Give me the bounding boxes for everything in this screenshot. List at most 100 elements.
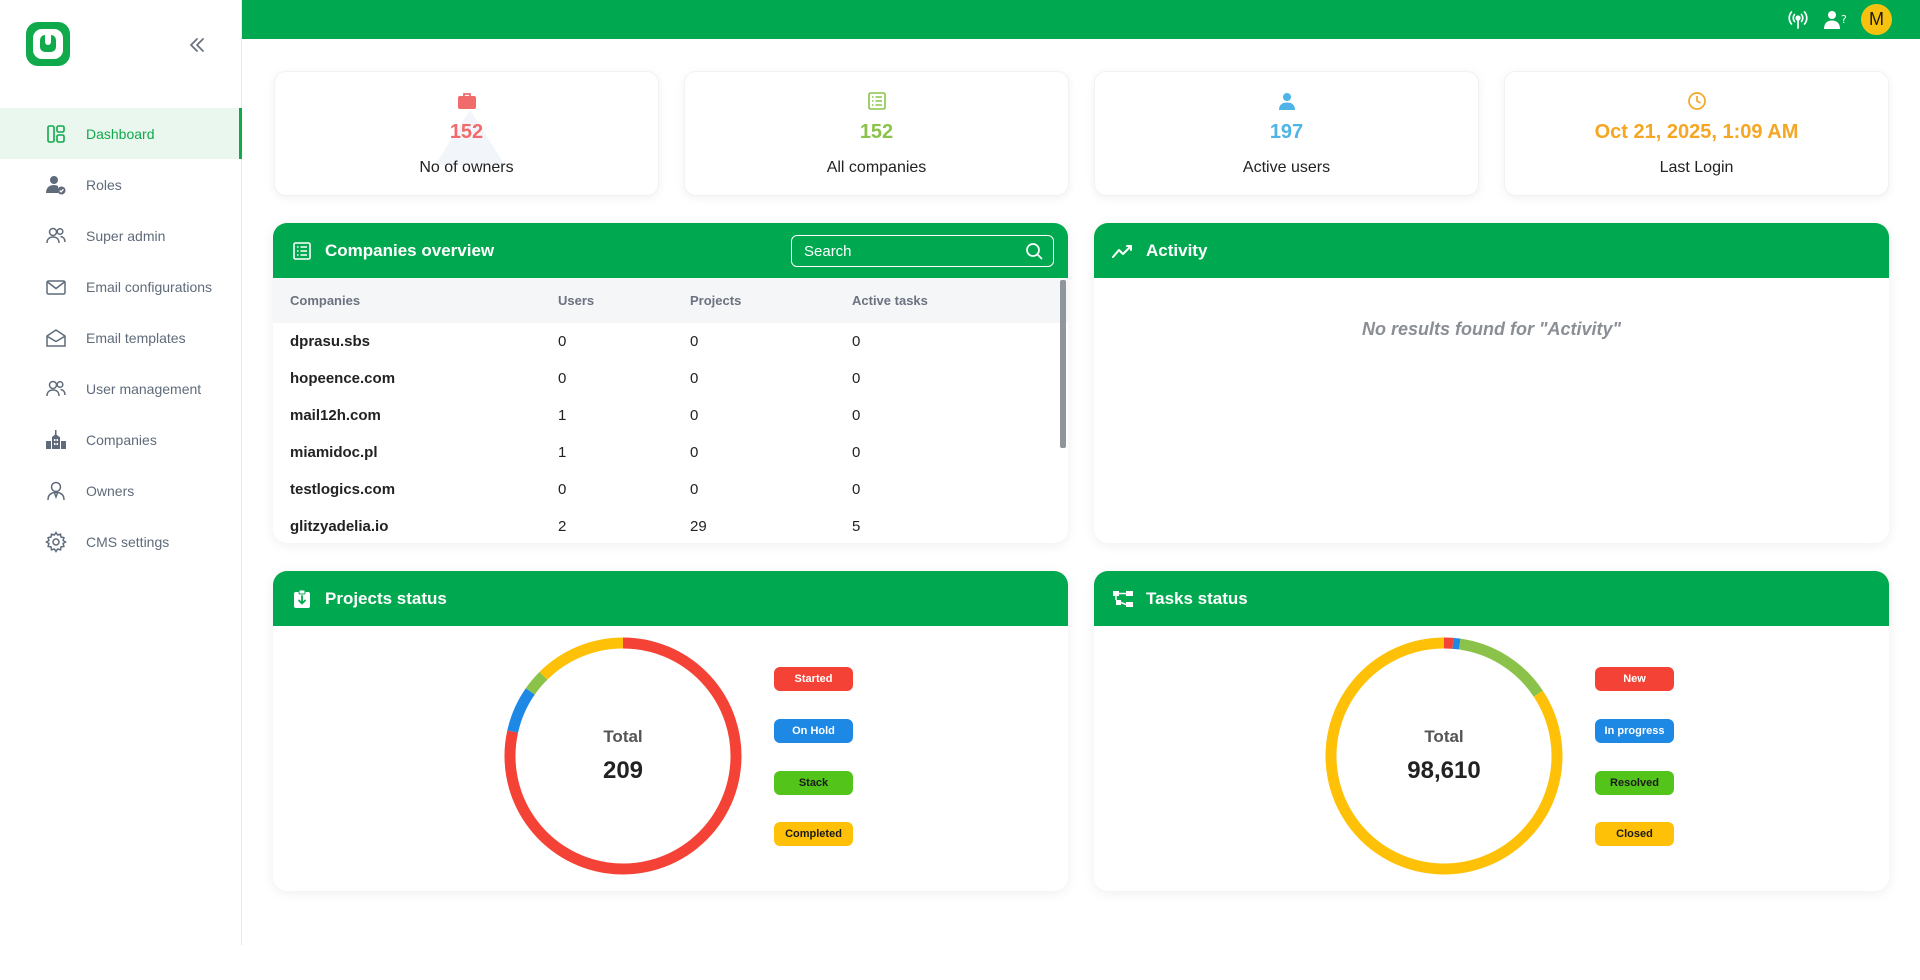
- sidebar-item-cms-settings[interactable]: CMS settings: [0, 516, 242, 567]
- users-count: 0: [558, 370, 567, 387]
- donut-slice-stack[interactable]: [525, 671, 548, 695]
- stat-value: Oct 21, 2025, 1:09 AM: [1594, 121, 1799, 143]
- table-row[interactable]: dprasu.sbs 0 0 0: [273, 323, 1068, 360]
- users-count: 1: [558, 444, 567, 461]
- donut-slice-resolved[interactable]: [1458, 638, 1543, 697]
- sidebar-item-super-admin[interactable]: Super admin: [0, 210, 242, 261]
- projects-status-panel: Projects status Total 209 Started On Hol…: [273, 571, 1068, 891]
- stat-value: 152: [449, 121, 484, 143]
- table-header-row: Companies Users Projects Active tasks: [273, 278, 1068, 323]
- company-name: dprasu.sbs: [290, 333, 371, 350]
- panel-title: Tasks status: [1146, 588, 1248, 608]
- sidebar-item-label: Companies: [86, 431, 157, 448]
- company-name: mail12h.com: [290, 407, 381, 424]
- projects-count: 0: [690, 370, 699, 387]
- legend-completed[interactable]: Completed: [774, 822, 853, 846]
- user-help-button[interactable]: ?: [1823, 7, 1849, 33]
- sidebar-item-email-configurations[interactable]: Email configurations: [0, 261, 242, 312]
- stat-card-last-login: Oct 21, 2025, 1:09 AM Last Login: [1504, 71, 1889, 196]
- panel-header: Activity: [1094, 223, 1889, 278]
- projects-count: 0: [690, 333, 699, 350]
- table-scrollbar[interactable]: [1060, 280, 1066, 448]
- active-tasks-count: 0: [852, 333, 861, 350]
- user-help-icon: ?: [1824, 10, 1847, 29]
- users-count: 2: [558, 518, 567, 535]
- donut-total-value: 98,610: [1407, 757, 1481, 784]
- legend-on-hold[interactable]: On Hold: [774, 719, 853, 743]
- legend-closed[interactable]: Closed: [1595, 822, 1674, 846]
- table-row[interactable]: glitzyadelia.io 2 29 5: [273, 508, 1068, 543]
- legend-new[interactable]: New: [1595, 667, 1674, 691]
- user-avatar[interactable]: M: [1861, 4, 1892, 35]
- active-tasks-count: 0: [852, 444, 861, 461]
- legend-resolved[interactable]: Resolved: [1595, 771, 1674, 795]
- panel-title: Activity: [1146, 240, 1208, 260]
- users-count: 1: [558, 407, 567, 424]
- sidebar-item-user-management[interactable]: User management: [0, 363, 242, 414]
- stat-label: Active users: [1242, 159, 1331, 176]
- collapse-sidebar-button[interactable]: [180, 30, 214, 60]
- search-box: [791, 235, 1054, 267]
- companies-overview-panel: Companies overview Companies Users Proje…: [273, 223, 1068, 543]
- legend-in-progress[interactable]: In progress: [1595, 719, 1674, 743]
- briefcase-icon: [456, 90, 478, 112]
- sidebar-item-email-templates[interactable]: Email templates: [0, 312, 242, 363]
- table-row[interactable]: mail12h.com 1 0 0: [273, 397, 1068, 434]
- legend-started[interactable]: Started: [774, 667, 853, 691]
- users-count: 0: [558, 333, 567, 350]
- stat-card-companies: 152 All companies: [684, 71, 1069, 196]
- dashboard-icon: [44, 122, 68, 146]
- stat-label: No of owners: [419, 159, 514, 176]
- company-name: glitzyadelia.io: [290, 518, 389, 535]
- donut-slice-completed[interactable]: [539, 637, 624, 680]
- clipboard-download-icon: [291, 588, 313, 610]
- panel-title: Companies overview: [325, 240, 495, 260]
- column-header-projects[interactable]: Projects: [690, 278, 852, 323]
- company-name: hopeence.com: [290, 370, 396, 387]
- sidebar-item-owners[interactable]: Owners: [0, 465, 242, 516]
- search-input[interactable]: [804, 242, 1025, 260]
- company-name: miamidoc.pl: [290, 444, 378, 461]
- table-row[interactable]: hopeence.com 0 0 0: [273, 360, 1068, 397]
- user-icon: [1276, 90, 1298, 112]
- sidebar-item-label: Super admin: [86, 227, 166, 244]
- stat-card-active-users: 197 Active users: [1094, 71, 1479, 196]
- owner-icon: [44, 479, 68, 503]
- sidebar-item-dashboard[interactable]: Dashboard: [0, 108, 242, 159]
- active-tasks-count: 0: [852, 481, 861, 498]
- sidebar-item-label: CMS settings: [86, 533, 170, 550]
- chevron-double-left-icon: [190, 38, 204, 52]
- sidebar-item-companies[interactable]: Companies: [0, 414, 242, 465]
- sidebar-item-label: Email templates: [86, 329, 186, 346]
- broadcast-icon: [1788, 10, 1808, 29]
- active-tasks-count: 5: [852, 518, 861, 535]
- users-icon: [44, 377, 68, 401]
- column-header-companies[interactable]: Companies: [273, 278, 558, 323]
- donut-slice-in-progress[interactable]: [1452, 637, 1461, 650]
- envelope-open-icon: [44, 326, 68, 350]
- users-count: 0: [558, 481, 567, 498]
- broadcast-button[interactable]: [1785, 7, 1811, 33]
- stat-label: All companies: [826, 159, 927, 176]
- sidebar-item-label: Email configurations: [86, 278, 213, 295]
- panel-header: Tasks status: [1094, 571, 1889, 626]
- active-tasks-count: 0: [852, 370, 861, 387]
- tasks-status-panel: Tasks status Total 98,610 New In progres…: [1094, 571, 1889, 891]
- companies-table: Companies Users Projects Active tasks dp…: [273, 278, 1068, 543]
- column-header-users[interactable]: Users: [558, 278, 690, 323]
- top-bar: ? M: [242, 0, 1920, 39]
- table-row[interactable]: miamidoc.pl 1 0 0: [273, 434, 1068, 471]
- sidebar-nav: Dashboard Roles Super admin Email config…: [0, 108, 242, 567]
- donut-slice-on-hold[interactable]: [507, 688, 535, 733]
- legend-stack[interactable]: Stack: [774, 771, 853, 795]
- hierarchy-icon: [1112, 588, 1134, 610]
- stat-value: 197: [1269, 121, 1304, 143]
- search-icon[interactable]: [1025, 242, 1043, 260]
- projects-count: 0: [690, 407, 699, 424]
- app-logo[interactable]: [26, 22, 70, 66]
- table-row[interactable]: testlogics.com 0 0 0: [273, 471, 1068, 508]
- list-icon: [291, 240, 313, 262]
- column-header-active-tasks[interactable]: Active tasks: [852, 278, 1068, 323]
- sidebar-item-roles[interactable]: Roles: [0, 159, 242, 210]
- projects-donut-chart: [504, 637, 742, 875]
